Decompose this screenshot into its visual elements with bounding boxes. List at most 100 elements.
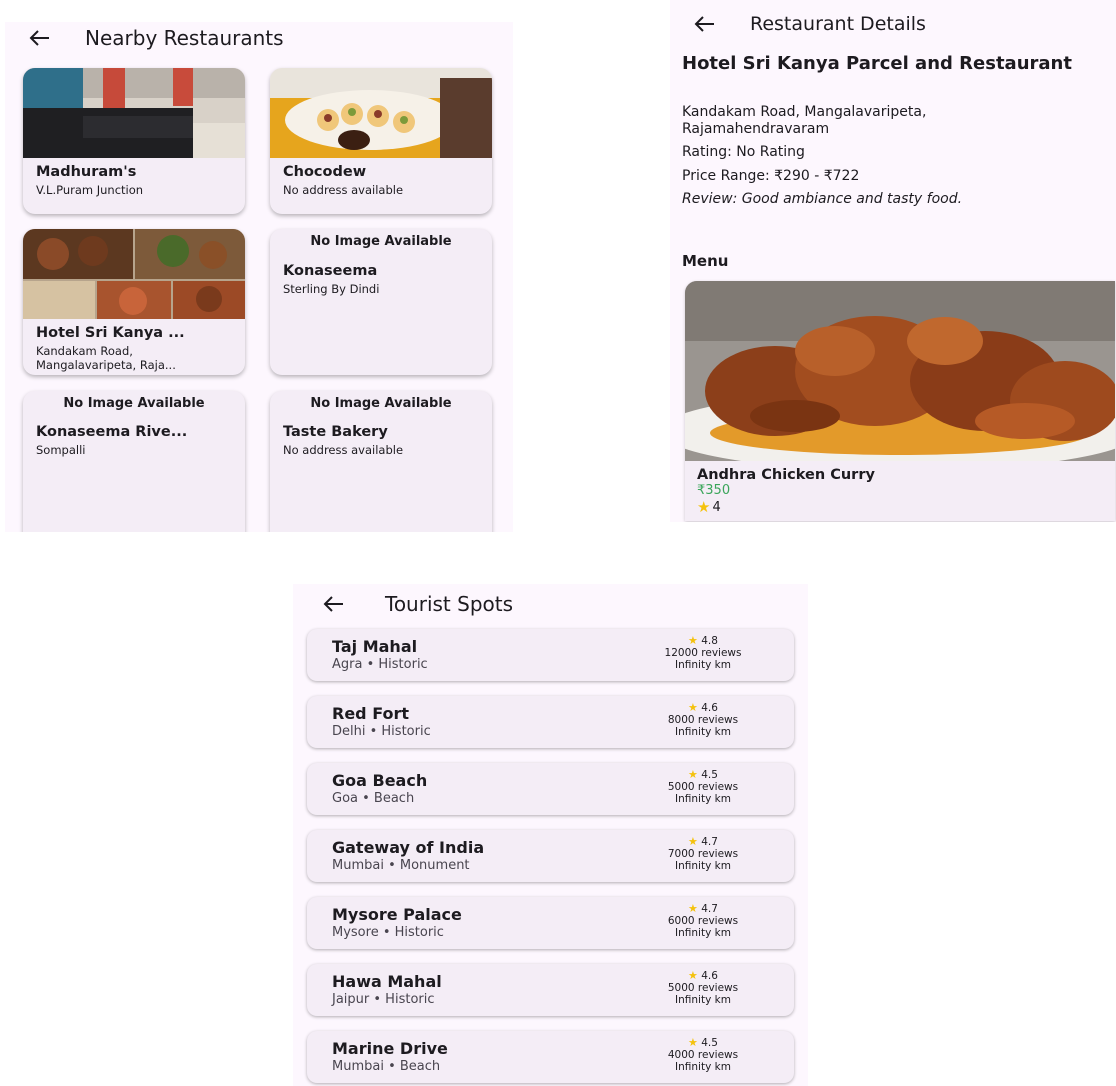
no-image-label: No Image Available — [310, 234, 452, 249]
spot-stats: ★ 4.7 7000 reviews Infinity km — [648, 835, 758, 873]
spot-location-category: Mumbai • Monument — [332, 858, 470, 873]
spot-location-category: Mumbai • Beach — [332, 1059, 441, 1074]
spot-reviews: 5000 reviews — [667, 982, 739, 994]
restaurant-image — [23, 229, 245, 319]
restaurant-image — [270, 68, 492, 158]
star-icon: ★ — [697, 498, 711, 516]
tourist-spot-item[interactable]: Gateway of India Mumbai • Monument ★ 4.7… — [307, 830, 794, 882]
restaurant-rating: Rating: No Rating — [682, 144, 805, 160]
spot-name: Mysore Palace — [332, 905, 462, 924]
restaurant-name: Konaseema Rive... — [36, 424, 188, 440]
tourist-spot-item[interactable]: Goa Beach Goa • Beach ★ 4.5 5000 reviews… — [307, 763, 794, 815]
spot-name: Goa Beach — [332, 771, 428, 790]
page-title: Nearby Restaurants — [85, 26, 284, 50]
spot-name: Marine Drive — [332, 1039, 448, 1058]
spot-name: Hawa Mahal — [332, 972, 442, 991]
star-icon: ★ — [688, 701, 698, 714]
spot-location-category: Goa • Beach — [332, 791, 415, 806]
menu-heading: Menu — [682, 252, 729, 270]
spot-location-category: Agra • Historic — [332, 657, 428, 672]
app-bar: Nearby Restaurants — [29, 24, 284, 52]
restaurant-card[interactable]: Hotel Sri Kanya ... Kandakam Road, Manga… — [23, 229, 245, 375]
restaurant-card[interactable]: No Image Available Konaseema Sterling By… — [270, 229, 492, 375]
menu-item-card[interactable]: Andhra Chicken Curry ₹350 ★ 4 — [685, 281, 1115, 521]
app-bar: Restaurant Details — [694, 10, 926, 38]
spot-name: Red Fort — [332, 704, 410, 723]
spot-distance: Infinity km — [675, 994, 731, 1006]
spot-name: Taj Mahal — [332, 637, 418, 656]
app-bar: Tourist Spots — [323, 590, 513, 618]
restaurant-name: Madhuram's — [36, 164, 137, 180]
menu-item-image — [685, 281, 1115, 461]
restaurant-name: Taste Bakery — [283, 424, 388, 440]
spot-stats: ★ 4.7 6000 reviews Infinity km — [648, 902, 758, 940]
spot-distance: Infinity km — [675, 860, 731, 872]
restaurant-address: Sompalli — [36, 443, 86, 457]
restaurant-address: V.L.Puram Junction — [36, 183, 144, 197]
spot-name: Gateway of India — [332, 838, 485, 857]
spot-distance: Infinity km — [675, 1061, 731, 1073]
spot-location-category: Mysore • Historic — [332, 925, 444, 940]
star-icon: ★ — [688, 835, 698, 848]
spot-rating: 4.6 — [701, 702, 718, 714]
restaurant-card[interactable]: No Image Available Konaseema Rive... Som… — [23, 391, 245, 532]
star-icon: ★ — [688, 969, 698, 982]
spot-rating: 4.8 — [701, 635, 718, 647]
spot-rating: 4.7 — [701, 903, 718, 915]
spot-reviews: 4000 reviews — [667, 1049, 739, 1061]
spot-stats: ★ 4.5 4000 reviews Infinity km — [648, 1036, 758, 1074]
restaurant-review: Review: Good ambiance and tasty food. — [682, 191, 963, 207]
restaurant-card[interactable]: No Image Available Taste Bakery No addre… — [270, 391, 492, 532]
restaurant-address: Kandakam Road, Mangalavaripeta, Rajamahe… — [682, 104, 927, 137]
star-icon: ★ — [688, 1036, 698, 1049]
restaurant-price-range: Price Range: ₹290 - ₹722 — [682, 168, 860, 184]
no-image-label: No Image Available — [310, 396, 452, 411]
spot-stats: ★ 4.6 5000 reviews Infinity km — [648, 969, 758, 1007]
spot-reviews: 6000 reviews — [667, 915, 739, 927]
spot-reviews: 8000 reviews — [667, 714, 739, 726]
menu-item-rating-value: 4 — [712, 499, 721, 515]
spot-location-category: Delhi • Historic — [332, 724, 431, 739]
tourist-spots-screen: Tourist Spots Taj Mahal Agra • Historic … — [293, 584, 808, 1086]
menu-item-price: ₹350 — [697, 483, 731, 498]
spot-stats: ★ 4.8 12000 reviews Infinity km — [648, 634, 758, 672]
star-icon: ★ — [688, 902, 698, 915]
back-arrow-icon[interactable] — [323, 595, 345, 613]
tourist-spot-item[interactable]: Mysore Palace Mysore • Historic ★ 4.7 60… — [307, 897, 794, 949]
restaurant-name: Hotel Sri Kanya ... — [36, 325, 185, 341]
restaurant-address: Sterling By Dindi — [283, 282, 380, 296]
restaurant-name: Chocodew — [283, 164, 367, 180]
back-arrow-icon[interactable] — [694, 15, 716, 33]
spot-reviews: 12000 reviews — [664, 647, 742, 659]
tourist-spot-item[interactable]: Red Fort Delhi • Historic ★ 4.6 8000 rev… — [307, 696, 794, 748]
menu-item-name: Andhra Chicken Curry — [697, 467, 875, 483]
spot-reviews: 5000 reviews — [667, 781, 739, 793]
restaurant-name: Hotel Sri Kanya Parcel and Restaurant — [682, 53, 1072, 74]
spot-rating: 4.7 — [701, 836, 718, 848]
tourist-spot-item[interactable]: Marine Drive Mumbai • Beach ★ 4.5 4000 r… — [307, 1031, 794, 1083]
page-title: Tourist Spots — [385, 592, 514, 616]
tourist-spot-item[interactable]: Hawa Mahal Jaipur • Historic ★ 4.6 5000 … — [307, 964, 794, 1016]
restaurant-details-screen: Restaurant Details Hotel Sri Kanya Parce… — [670, 0, 1116, 522]
star-icon: ★ — [688, 768, 698, 781]
spot-rating: 4.5 — [701, 769, 718, 781]
restaurant-address: No address available — [283, 443, 404, 457]
spot-rating: 4.6 — [701, 970, 718, 982]
restaurant-card[interactable]: Madhuram's V.L.Puram Junction — [23, 68, 245, 214]
spot-distance: Infinity km — [675, 659, 731, 671]
tourist-spot-item[interactable]: Taj Mahal Agra • Historic ★ 4.8 12000 re… — [307, 629, 794, 681]
page-title: Restaurant Details — [750, 13, 926, 35]
restaurant-card[interactable]: Chocodew No address available — [270, 68, 492, 214]
star-icon: ★ — [688, 634, 698, 647]
spot-stats: ★ 4.5 5000 reviews Infinity km — [648, 768, 758, 806]
back-arrow-icon[interactable] — [29, 29, 51, 47]
spot-distance: Infinity km — [675, 793, 731, 805]
restaurant-address: Kandakam Road, Mangalavaripeta, Raja... — [36, 344, 176, 372]
no-image-label: No Image Available — [63, 396, 205, 411]
restaurant-name: Konaseema — [283, 263, 378, 279]
spot-location-category: Jaipur • Historic — [332, 992, 435, 1007]
menu-item-rating: ★ 4 — [697, 498, 721, 516]
spot-distance: Infinity km — [675, 726, 731, 738]
spot-distance: Infinity km — [675, 927, 731, 939]
restaurant-address: No address available — [283, 183, 404, 197]
